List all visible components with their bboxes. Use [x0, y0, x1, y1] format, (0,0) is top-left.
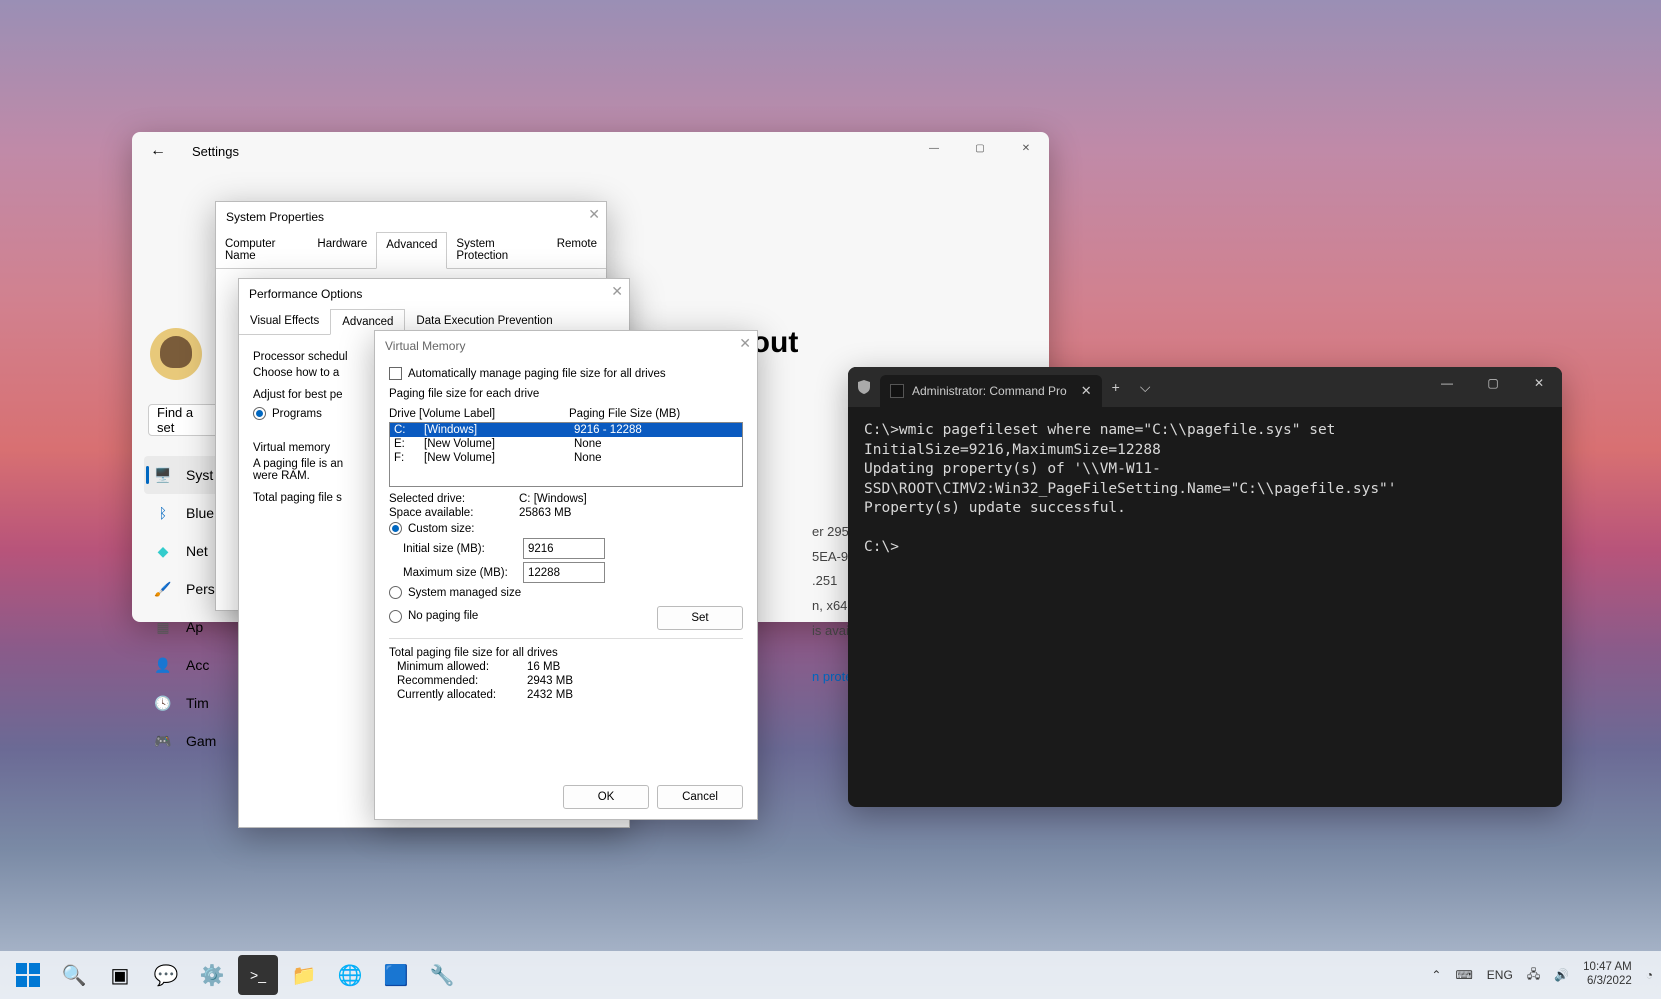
settings-icon[interactable]: ⚙️ — [192, 955, 232, 995]
close-icon[interactable]: ✕ — [588, 206, 600, 223]
nav-icon: ◆ — [154, 542, 172, 560]
search-icon[interactable]: 🔍 — [54, 955, 94, 995]
tab[interactable]: Computer Name — [216, 232, 308, 268]
network-icon[interactable]: 🖧 — [1527, 965, 1540, 986]
nav-label: Syst — [186, 467, 213, 483]
volume-icon[interactable]: 🔊 — [1554, 968, 1569, 982]
minimize-button[interactable]: — — [911, 132, 957, 164]
nav-icon: ᛒ — [154, 504, 172, 522]
taskbar: 🔍 ▣ 💬 ⚙️ >_ 📁 🌐 🟦 🔧 ⌃ ⌨ ENG 🖧 🔊 10:47 AM… — [0, 951, 1661, 999]
sysprops-tabs: Computer NameHardwareAdvancedSystem Prot… — [216, 232, 606, 269]
dialog-title: Virtual Memory — [375, 331, 757, 361]
nav-icon: 🕓 — [154, 694, 172, 712]
drive-list[interactable]: C:[Windows]9216 - 12288E:[New Volume]Non… — [389, 422, 743, 487]
explorer-icon[interactable]: 📁 — [284, 955, 324, 995]
terminal-icon[interactable]: >_ — [238, 955, 278, 995]
edge-icon[interactable]: 🌐 — [330, 955, 370, 995]
nav-label: Gam — [186, 733, 216, 749]
taskview-icon[interactable]: ▣ — [100, 955, 140, 995]
nav-label: Tim — [186, 695, 209, 711]
keyboard-icon[interactable]: ⌨ — [1455, 968, 1472, 982]
tab-dropdown-icon[interactable]: ⌵ — [1130, 379, 1161, 396]
terminal-output[interactable]: C:\>wmic pagefileset where name="C:\\pag… — [848, 407, 1562, 572]
nav-label: Acc — [186, 657, 209, 673]
back-icon[interactable]: ← — [150, 142, 166, 160]
close-button[interactable]: ✕ — [1516, 367, 1562, 399]
cancel-button[interactable]: Cancel — [657, 785, 743, 809]
auto-manage-checkbox[interactable]: Automatically manage paging file size fo… — [389, 367, 743, 380]
close-icon[interactable]: ✕ — [611, 283, 623, 300]
maximum-size-input[interactable] — [523, 562, 605, 583]
set-button[interactable]: Set — [657, 606, 743, 630]
total-title: Total paging file size for all drives — [389, 647, 743, 659]
close-icon[interactable]: ✕ — [739, 335, 751, 352]
tab[interactable]: System Protection — [447, 232, 547, 268]
start-button[interactable] — [8, 955, 48, 995]
minimize-button[interactable]: — — [1424, 367, 1470, 399]
radio-custom-size[interactable]: Custom size: — [389, 522, 743, 535]
tab[interactable]: Visual Effects — [239, 309, 330, 334]
tab[interactable]: Remote — [548, 232, 606, 268]
tab[interactable]: Hardware — [308, 232, 376, 268]
maximize-button[interactable]: ▢ — [1470, 367, 1516, 399]
nav-label: Pers — [186, 581, 215, 597]
drive-row[interactable]: E:[New Volume]None — [390, 437, 742, 451]
app-icon-2[interactable]: 🔧 — [422, 955, 462, 995]
dialog-title: System Properties — [216, 202, 606, 232]
shield-icon — [856, 379, 872, 395]
virtual-memory-dialog: Virtual Memory ✕ Automatically manage pa… — [374, 330, 758, 820]
radio-system-managed[interactable]: System managed size — [389, 586, 743, 599]
avatar[interactable] — [150, 328, 202, 380]
drive-row[interactable]: C:[Windows]9216 - 12288 — [390, 423, 742, 437]
each-drive-label: Paging file size for each drive — [389, 388, 743, 400]
tray-chevron-icon[interactable]: ⌃ — [1431, 968, 1441, 982]
new-tab-button[interactable]: + — [1102, 379, 1130, 395]
terminal-tab[interactable]: Administrator: Command Pro ✕ — [880, 375, 1102, 407]
initial-size-input[interactable] — [523, 538, 605, 559]
settings-title: Settings — [192, 144, 239, 159]
nav-label: Net — [186, 543, 208, 559]
clock[interactable]: 10:47 AM 6/3/2022 — [1583, 961, 1632, 989]
close-button[interactable]: ✕ — [1003, 132, 1049, 164]
nav-icon: ▦ — [154, 618, 172, 636]
nav-icon: 🎮 — [154, 732, 172, 750]
nav-icon: 🖌️ — [154, 580, 172, 598]
terminal-window: Administrator: Command Pro ✕ + ⌵ — ▢ ✕ C… — [848, 367, 1562, 807]
radio-no-paging[interactable]: No paging file — [389, 610, 657, 623]
maximize-button[interactable]: ▢ — [957, 132, 1003, 164]
drive-row[interactable]: F:[New Volume]None — [390, 451, 742, 465]
chat-icon[interactable]: 💬 — [146, 955, 186, 995]
nav-icon: 🖥️ — [154, 466, 172, 484]
ok-button[interactable]: OK — [563, 785, 649, 809]
app-icon[interactable]: 🟦 — [376, 955, 416, 995]
language-indicator[interactable]: ENG — [1487, 968, 1513, 982]
nav-label: Ap — [186, 619, 203, 635]
dialog-title: Performance Options — [239, 279, 629, 309]
search-input[interactable]: Find a set — [148, 404, 223, 436]
notifications-icon[interactable]: ◔ — [1646, 968, 1653, 982]
tab-close-icon[interactable]: ✕ — [1081, 383, 1092, 399]
nav-icon: 👤 — [154, 656, 172, 674]
cmd-icon — [890, 384, 904, 398]
nav-label: Blue — [186, 505, 214, 521]
tab[interactable]: Advanced — [376, 232, 447, 269]
